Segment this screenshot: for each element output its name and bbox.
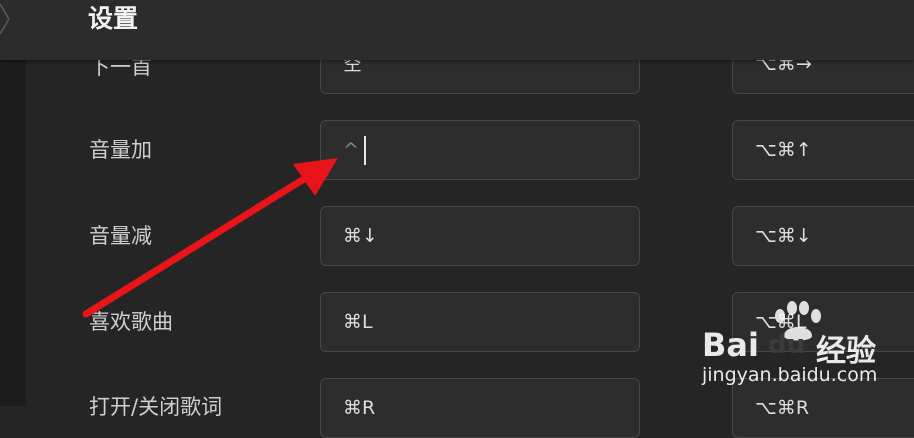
annotation-arrow-icon: [82, 158, 338, 318]
